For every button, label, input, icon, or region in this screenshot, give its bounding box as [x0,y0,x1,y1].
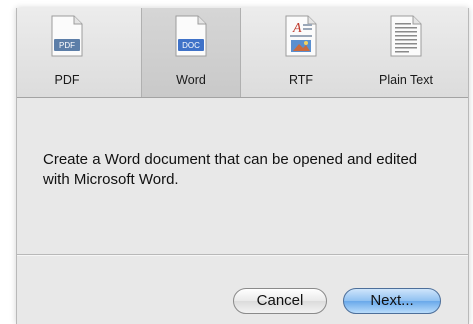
tab-label: PDF [54,73,80,87]
pdf-document-icon: PDF [51,15,83,57]
tab-label: Plain Text [379,73,433,87]
doc-document-icon: DOC [175,15,207,57]
format-description: Create a Word document that can be opene… [43,151,418,188]
cancel-button[interactable]: Cancel [233,288,327,314]
doc-badge-text: DOC [182,41,200,50]
tab-label: RTF [288,73,314,87]
format-toolbar: PDF PDF DOC Word A RTF Plain Text [17,8,468,98]
tab-pdf[interactable]: PDF PDF [17,8,117,97]
rtf-badge-text: A [292,21,302,36]
tab-rtf[interactable]: A RTF [251,8,351,97]
text-document-icon [390,15,422,57]
next-button[interactable]: Next... [343,288,441,314]
format-description-panel: Create a Word document that can be opene… [17,98,468,254]
tab-label: Word [176,73,206,87]
rtf-document-icon: A [285,15,317,57]
pdf-badge-text: PDF [59,41,75,50]
export-sheet: PDF PDF DOC Word A RTF Plain Text Create… [16,8,469,324]
footer-divider [17,254,468,256]
tab-plain-text[interactable]: Plain Text [351,8,461,97]
tab-word[interactable]: DOC Word [141,8,241,97]
